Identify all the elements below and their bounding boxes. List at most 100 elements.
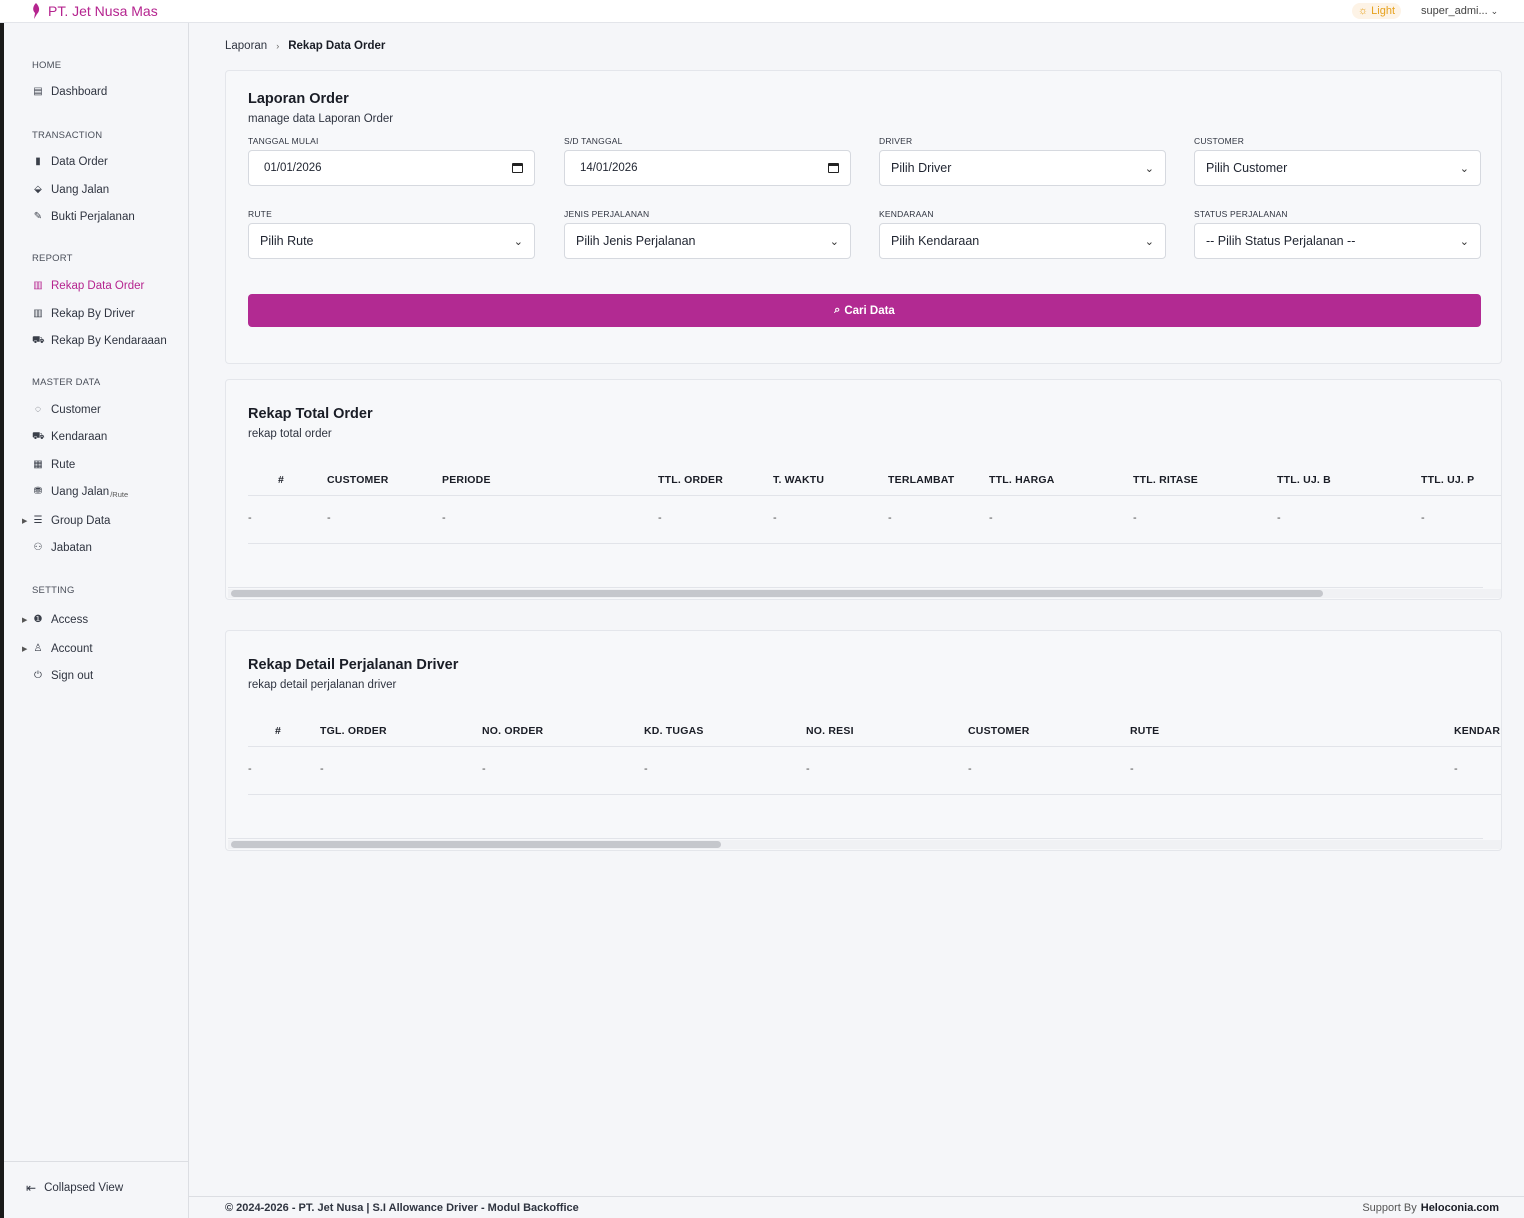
column-header[interactable]: TTL. ORDER: [658, 474, 723, 486]
column-header[interactable]: CUSTOMER: [968, 725, 1030, 737]
calendar-icon[interactable]: [512, 163, 523, 173]
sidebar-item-group-data[interactable]: ☰ Group Data: [32, 512, 111, 530]
column-header[interactable]: TERLAMBAT: [888, 474, 954, 486]
column-header[interactable]: RUTE: [1130, 725, 1159, 737]
label-driver: DRIVER: [879, 136, 913, 146]
sidebar-item-uang-jalan[interactable]: ⬙ Uang Jalan: [32, 181, 109, 199]
sidebar-item-uang-jalan-rute[interactable]: ⛃ Uang Jalan/Rute: [32, 483, 128, 501]
sidebar-item-access[interactable]: ❶ Access: [32, 611, 89, 629]
sidebar-item-label: Access: [51, 614, 89, 626]
map-icon: ▦: [33, 459, 43, 470]
chevron-right-icon: ›: [276, 41, 280, 51]
customer-select[interactable]: Pilih Customer ⌄: [1194, 150, 1481, 186]
divider: [248, 495, 1501, 496]
scrollbar-thumb[interactable]: [231, 841, 721, 848]
label-customer: CUSTOMER: [1194, 136, 1245, 146]
footer: © 2024-2026 - PT. Jet Nusa | S.I Allowan…: [189, 1196, 1524, 1218]
cari-data-button[interactable]: ⌕ Cari Data: [248, 294, 1481, 327]
divider: [248, 794, 1501, 795]
table-cell: -: [1454, 763, 1458, 775]
column-header[interactable]: KD. TUGAS: [644, 725, 704, 737]
chevron-down-icon: ⌄: [1459, 162, 1469, 175]
user-name: super_admi...: [1421, 5, 1488, 17]
support-label: Support By: [1362, 1202, 1417, 1214]
sidebar-item-customer[interactable]: ◌ Customer: [32, 401, 101, 419]
sidebar-item-rekap-by-kendaraan[interactable]: ⛟ Rekap By Kendaraaan: [32, 332, 167, 350]
column-header[interactable]: CUSTOMER: [327, 474, 389, 486]
column-header[interactable]: NO. RESI: [806, 725, 854, 737]
top-bar: PT. Jet Nusa Mas ☼ Light super_admi... ⌄: [0, 0, 1524, 23]
chat-bubble-icon: ◌: [35, 404, 41, 415]
column-header[interactable]: TTL. UJ. B: [1277, 474, 1331, 486]
brand[interactable]: PT. Jet Nusa Mas: [30, 2, 158, 20]
theme-toggle[interactable]: ☼ Light: [1352, 3, 1402, 19]
field-value: Pilih Kendaraan: [891, 234, 980, 248]
list-icon: ☰: [33, 515, 43, 526]
bar-chart-icon: ▥: [33, 280, 43, 291]
status-perjalanan-select[interactable]: -- Pilih Status Perjalanan -- ⌄: [1194, 223, 1481, 259]
sidebar-item-sign-out[interactable]: ⏻ Sign out: [32, 667, 93, 685]
file-icon: ▮: [35, 156, 41, 167]
sidebar-item-rekap-by-driver[interactable]: ▥ Rekap By Driver: [32, 305, 134, 323]
collapse-left-icon: ⇤: [26, 1181, 37, 1195]
rute-select[interactable]: Pilih Rute ⌄: [248, 223, 535, 259]
user-lock-icon: ♙: [33, 643, 43, 654]
sidebar-item-kendaraan[interactable]: ⛟ Kendaraan: [32, 428, 107, 446]
sidebar-item-bukti-perjalanan[interactable]: ✎ Bukti Perjalanan: [32, 208, 135, 226]
field-value: Pilih Jenis Perjalanan: [576, 234, 696, 248]
support-link[interactable]: Heloconia.com: [1421, 1202, 1499, 1214]
sidebar-item-rute[interactable]: ▦ Rute: [32, 456, 75, 474]
table-cell: -: [248, 512, 252, 524]
driver-select[interactable]: Pilih Driver ⌄: [879, 150, 1166, 186]
breadcrumb-parent[interactable]: Laporan: [225, 40, 267, 52]
column-header[interactable]: KENDAR: [1454, 725, 1500, 737]
card-title: Rekap Total Order: [248, 406, 373, 422]
rekap-total-card: Rekap Total Order rekap total order # CU…: [225, 379, 1502, 600]
field-value: Pilih Driver: [891, 161, 952, 175]
power-icon: ⏻: [34, 670, 42, 681]
sidebar-item-account[interactable]: ♙ Account: [32, 640, 93, 658]
column-header[interactable]: PERIODE: [442, 474, 491, 486]
brand-logo-icon: [33, 3, 40, 19]
caret-right-icon[interactable]: ▶: [22, 517, 27, 525]
caret-right-icon[interactable]: ▶: [22, 616, 27, 624]
table-cell: -: [658, 512, 662, 524]
sidebar-item-dashboard[interactable]: ▤ Dashboard: [32, 83, 107, 101]
horizontal-scrollbar[interactable]: [228, 589, 1501, 598]
table-cell: -: [1421, 512, 1425, 524]
column-header[interactable]: NO. ORDER: [482, 725, 543, 737]
table-cell: -: [248, 763, 252, 775]
access-icon: ❶: [33, 614, 43, 625]
calendar-icon[interactable]: [828, 163, 839, 173]
brand-name: PT. Jet Nusa Mas: [48, 3, 158, 19]
scrollbar-thumb[interactable]: [231, 590, 1323, 597]
table-cell: -: [327, 512, 331, 524]
column-header[interactable]: TTL. HARGA: [989, 474, 1055, 486]
user-menu[interactable]: super_admi... ⌄: [1421, 4, 1498, 18]
column-header[interactable]: TTL. RITASE: [1133, 474, 1198, 486]
dashboard-icon: ▤: [33, 86, 43, 97]
horizontal-scrollbar[interactable]: [228, 840, 1501, 849]
money-hand-icon: ⬙: [34, 184, 42, 195]
section-report: REPORT: [32, 253, 73, 264]
truck-outline-icon: ⛟: [32, 335, 45, 346]
column-header[interactable]: T. WAKTU: [773, 474, 824, 486]
sidebar-item-data-order[interactable]: ▮ Data Order: [32, 153, 108, 171]
chevron-down-icon: ⌄: [1490, 6, 1499, 16]
column-header[interactable]: TGL. ORDER: [320, 725, 387, 737]
card-title: Laporan Order: [248, 91, 349, 107]
tanggal-mulai-input[interactable]: 01/01/2026: [248, 150, 535, 186]
sidebar-item-label: Sign out: [51, 670, 94, 682]
kendaraan-select[interactable]: Pilih Kendaraan ⌄: [879, 223, 1166, 259]
sidebar-item-jabatan[interactable]: ⚇ Jabatan: [32, 539, 92, 557]
caret-right-icon[interactable]: ▶: [22, 645, 27, 653]
collapsed-view-button[interactable]: ⇤ Collapsed View: [26, 1181, 123, 1195]
sidebar-item-label: Data Order: [51, 156, 108, 168]
sd-tanggal-input[interactable]: 14/01/2026: [564, 150, 851, 186]
column-header[interactable]: TTL. UJ. P: [1421, 474, 1474, 486]
section-setting: SETTING: [32, 585, 75, 596]
table-cell: -: [644, 763, 648, 775]
jenis-perjalanan-select[interactable]: Pilih Jenis Perjalanan ⌄: [564, 223, 851, 259]
sidebar-item-rekap-data-order[interactable]: ▥ Rekap Data Order: [32, 277, 144, 295]
label-rute: RUTE: [248, 209, 272, 219]
